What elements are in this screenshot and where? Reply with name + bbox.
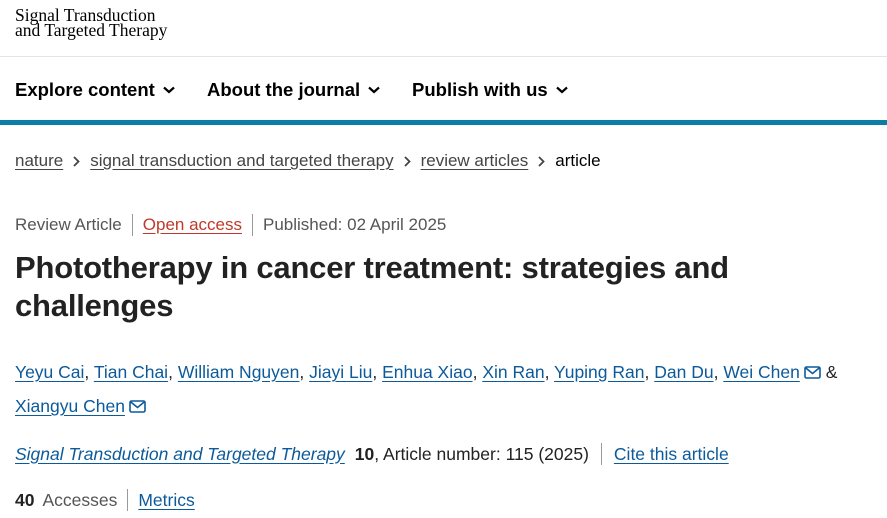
chevron-right-icon	[73, 155, 80, 167]
author-list: Yeyu Cai, Tian Chai, William Nguyen, Jia…	[15, 362, 838, 416]
email-icon[interactable]	[804, 366, 821, 379]
nav-accent-bar	[0, 120, 887, 125]
author-link[interactable]: Wei Chen	[723, 362, 800, 382]
article-metrics: 40 Accesses Metrics	[15, 489, 195, 511]
author-link[interactable]: Tian Chai	[94, 362, 168, 382]
logo-line-2: and Targeted Therapy	[15, 20, 168, 40]
volume: 10	[354, 443, 375, 464]
divider	[131, 214, 133, 236]
chevron-right-icon	[403, 155, 411, 167]
published-date: Published: 02 April 2025	[263, 215, 447, 234]
breadcrumb-nature[interactable]: nature	[15, 151, 63, 171]
chevron-down-icon	[555, 86, 568, 94]
nav-explore-content[interactable]: Explore content	[15, 79, 175, 101]
author-link[interactable]: Xiangyu Chen	[15, 396, 125, 416]
nav-publish-with-us-label: Publish with us	[412, 79, 548, 100]
nav-publish-with-us[interactable]: Publish with us	[412, 79, 568, 101]
author-link[interactable]: Yeyu Cai	[15, 362, 84, 382]
author-link[interactable]: Yuping Ran	[554, 362, 645, 382]
article-meta: Review Article Open access Published: 02…	[15, 214, 446, 236]
nav-about-journal[interactable]: About the journal	[207, 79, 380, 101]
metrics-link[interactable]: Metrics	[138, 490, 194, 511]
article-number: , Article number: 115 (2025)	[374, 443, 589, 464]
accesses-count: 40	[15, 489, 35, 510]
chevron-down-icon	[163, 86, 175, 94]
article-title: Phototherapy in cancer treatment: strate…	[15, 250, 729, 323]
email-icon[interactable]	[129, 400, 146, 413]
citation-line: Signal Transduction and Targeted Therapy…	[15, 443, 729, 465]
journal-logo[interactable]: Signal Transduction and Targeted Therapy	[15, 6, 168, 40]
divider	[127, 489, 129, 511]
open-access-link[interactable]: Open access	[143, 215, 242, 235]
author-link[interactable]: William Nguyen	[178, 362, 300, 382]
accesses-label: Accesses	[42, 489, 118, 510]
journal-link[interactable]: Signal Transduction and Targeted Therapy	[15, 444, 345, 465]
divider	[600, 443, 602, 465]
breadcrumb-review-articles[interactable]: review articles	[421, 151, 529, 171]
cite-article-link[interactable]: Cite this article	[614, 444, 729, 465]
breadcrumb: nature signal transduction and targeted …	[15, 151, 601, 171]
author-link[interactable]: Dan Du	[654, 362, 713, 382]
breadcrumb-journal[interactable]: signal transduction and targeted therapy	[90, 151, 393, 171]
chevron-right-icon	[538, 155, 546, 167]
chevron-down-icon	[368, 86, 380, 94]
nav-explore-content-label: Explore content	[15, 79, 155, 100]
divider	[252, 214, 253, 236]
author-link[interactable]: Enhua Xiao	[382, 362, 473, 382]
nav-about-journal-label: About the journal	[207, 79, 361, 100]
author-link[interactable]: Xin Ran	[482, 362, 544, 382]
breadcrumb-current: article	[555, 151, 601, 170]
main-nav: Explore content About the journal Publis…	[0, 56, 887, 122]
author-link[interactable]: Jiayi Liu	[309, 362, 372, 382]
article-type: Review Article	[15, 215, 122, 234]
